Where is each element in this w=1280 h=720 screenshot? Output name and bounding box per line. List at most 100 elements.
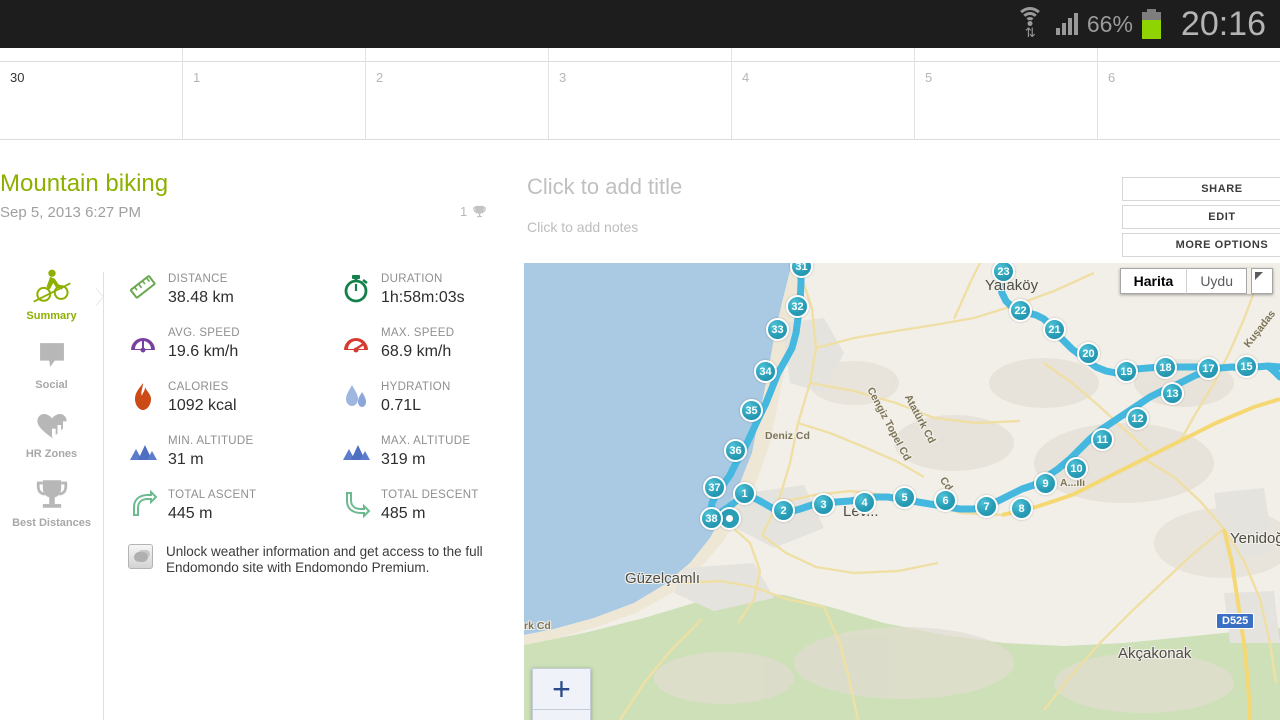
highway-shield: D525 bbox=[1216, 613, 1255, 629]
calendar-day-header bbox=[549, 48, 731, 62]
route-marker[interactable]: 15 bbox=[1235, 355, 1258, 378]
sidebar-item-best-distances[interactable]: Best Distances bbox=[0, 469, 103, 538]
ruler-icon bbox=[130, 275, 156, 299]
route-marker[interactable]: 21 bbox=[1043, 318, 1066, 341]
speech-bubble-icon bbox=[39, 343, 64, 367]
stat-duration: DURATION 1h:58m:03s bbox=[341, 272, 518, 310]
zoom-out-button[interactable]: − bbox=[532, 710, 591, 720]
route-marker[interactable]: 5 bbox=[893, 486, 916, 509]
stat-total-descent: TOTAL DESCENT 485 m bbox=[341, 488, 518, 526]
route-marker[interactable]: 1 bbox=[733, 482, 756, 505]
wifi-icon: ⇅ bbox=[1013, 7, 1047, 41]
route-marker[interactable]: 12 bbox=[1126, 407, 1149, 430]
water-drops-icon bbox=[346, 385, 366, 407]
route-marker[interactable]: 38 bbox=[700, 507, 723, 530]
route-marker[interactable]: 7 bbox=[975, 495, 998, 518]
calendar-day-cell[interactable]: 30 bbox=[0, 48, 183, 140]
corner-arrow-icon[interactable] bbox=[1251, 268, 1273, 294]
stats-grid: DISTANCE 38.48 km DURATION 1h:58m:03s AV… bbox=[128, 272, 518, 526]
weather-icon bbox=[128, 544, 153, 569]
route-marker[interactable]: 20 bbox=[1077, 342, 1100, 365]
route-marker[interactable]: 6 bbox=[934, 489, 957, 512]
stat-label: DURATION bbox=[381, 273, 443, 285]
calendar-day-cell[interactable]: 3 bbox=[549, 48, 732, 140]
battery-percent-label: 66% bbox=[1086, 10, 1133, 37]
more-options-button[interactable]: MORE OPTIONS bbox=[1122, 233, 1280, 257]
stopwatch-icon bbox=[344, 275, 368, 303]
sidebar-item-hr-zones[interactable]: HR Zones bbox=[0, 400, 103, 469]
battery-icon bbox=[1141, 9, 1161, 39]
stat-label: MIN. ALTITUDE bbox=[168, 435, 254, 447]
calendar-day-cell[interactable]: 1 bbox=[183, 48, 366, 140]
status-bar-clock: 20:16 bbox=[1180, 4, 1266, 43]
map-zoom-control[interactable]: + − bbox=[532, 668, 591, 720]
route-marker[interactable]: 13 bbox=[1161, 382, 1184, 405]
android-status-bar: ⇅ 66% 20:16 bbox=[0, 0, 1280, 48]
stat-label: TOTAL DESCENT bbox=[381, 489, 479, 501]
route-marker[interactable]: 33 bbox=[766, 318, 789, 341]
route-marker[interactable]: 9 bbox=[1034, 472, 1057, 495]
route-map[interactable]: Harita Uydu + − YaıaköyDeniz CdCengiz To… bbox=[524, 263, 1280, 720]
calendar-day-number: 6 bbox=[1108, 70, 1116, 85]
sidebar-item-label: Social bbox=[35, 379, 68, 391]
map-type-control[interactable]: Harita Uydu bbox=[1119, 268, 1273, 294]
route-marker[interactable]: 11 bbox=[1091, 428, 1114, 451]
calendar-day-header bbox=[0, 48, 182, 62]
gauge-red-icon bbox=[344, 338, 368, 353]
route-marker[interactable]: 34 bbox=[754, 360, 777, 383]
route-marker[interactable]: 17 bbox=[1197, 357, 1220, 380]
map-place-label: Yenidoğ bbox=[1230, 530, 1280, 547]
mountains-icon bbox=[130, 445, 157, 460]
calendar-day-cell[interactable]: 2 bbox=[366, 48, 549, 140]
stat-value: 19.6 km/h bbox=[168, 343, 239, 360]
workout-title-input[interactable]: Click to add title bbox=[527, 174, 682, 200]
map-type-harita-button[interactable]: Harita bbox=[1119, 268, 1187, 294]
calendar-day-header bbox=[915, 48, 1097, 62]
map-type-uydu-button[interactable]: Uydu bbox=[1186, 268, 1247, 294]
route-marker[interactable]: 2 bbox=[772, 499, 795, 522]
stat-label: MAX. ALTITUDE bbox=[381, 435, 471, 447]
page-title: Mountain biking bbox=[0, 170, 169, 197]
map-place-label: Deniz Cd bbox=[765, 430, 810, 442]
sidebar-item-social[interactable]: Social bbox=[0, 331, 103, 400]
stat-label: AVG. SPEED bbox=[168, 327, 240, 339]
stat-label: DISTANCE bbox=[168, 273, 228, 285]
sidebar-item-label: Summary bbox=[26, 310, 77, 322]
calendar-day-number: 3 bbox=[559, 70, 567, 85]
share-button[interactable]: SHARE bbox=[1122, 177, 1280, 201]
gauge-icon bbox=[131, 338, 155, 353]
premium-promo[interactable]: Unlock weather information and get acces… bbox=[128, 544, 488, 576]
trophy-count: 1 bbox=[460, 204, 468, 219]
calendar-day-cell[interactable]: 4 bbox=[732, 48, 915, 140]
stat-hydration: HYDRATION 0.71L bbox=[341, 380, 518, 418]
route-marker[interactable]: 4 bbox=[853, 491, 876, 514]
calendar-day-number: 1 bbox=[193, 70, 201, 85]
stat-distance: DISTANCE 38.48 km bbox=[128, 272, 341, 310]
route-marker[interactable]: 19 bbox=[1115, 360, 1138, 383]
route-marker[interactable]: 37 bbox=[703, 476, 726, 499]
trophy-badge: 1 bbox=[460, 204, 487, 219]
route-marker[interactable]: 3 bbox=[812, 493, 835, 516]
calendar-day-header bbox=[183, 48, 365, 62]
map-place-label: Akçakonak bbox=[1118, 645, 1192, 662]
route-marker[interactable]: 22 bbox=[1009, 299, 1032, 322]
calendar-strip[interactable]: 30 1 2 3 4 5 6 bbox=[0, 48, 1280, 140]
route-marker[interactable]: 8 bbox=[1010, 497, 1033, 520]
calendar-day-cell[interactable]: 5 bbox=[915, 48, 1098, 140]
route-marker[interactable]: 35 bbox=[740, 399, 763, 422]
edit-button[interactable]: EDIT bbox=[1122, 205, 1280, 229]
calendar-day-header bbox=[366, 48, 548, 62]
workout-notes-input[interactable]: Click to add notes bbox=[527, 219, 638, 235]
route-marker[interactable]: 36 bbox=[724, 439, 747, 462]
stat-value: 31 m bbox=[168, 451, 204, 468]
calendar-day-number: 30 bbox=[10, 70, 25, 85]
zoom-in-button[interactable]: + bbox=[532, 668, 591, 710]
route-marker[interactable]: 10 bbox=[1065, 457, 1088, 480]
sidebar-item-summary[interactable]: Summary bbox=[0, 262, 103, 331]
route-marker[interactable]: 18 bbox=[1154, 356, 1177, 379]
calendar-day-cell[interactable]: 6 bbox=[1098, 48, 1280, 140]
stat-calories: CALORIES 1092 kcal bbox=[128, 380, 341, 418]
route-marker[interactable]: 32 bbox=[786, 295, 809, 318]
arrow-up-right-icon bbox=[133, 489, 158, 516]
premium-promo-text: Unlock weather information and get acces… bbox=[166, 544, 483, 575]
